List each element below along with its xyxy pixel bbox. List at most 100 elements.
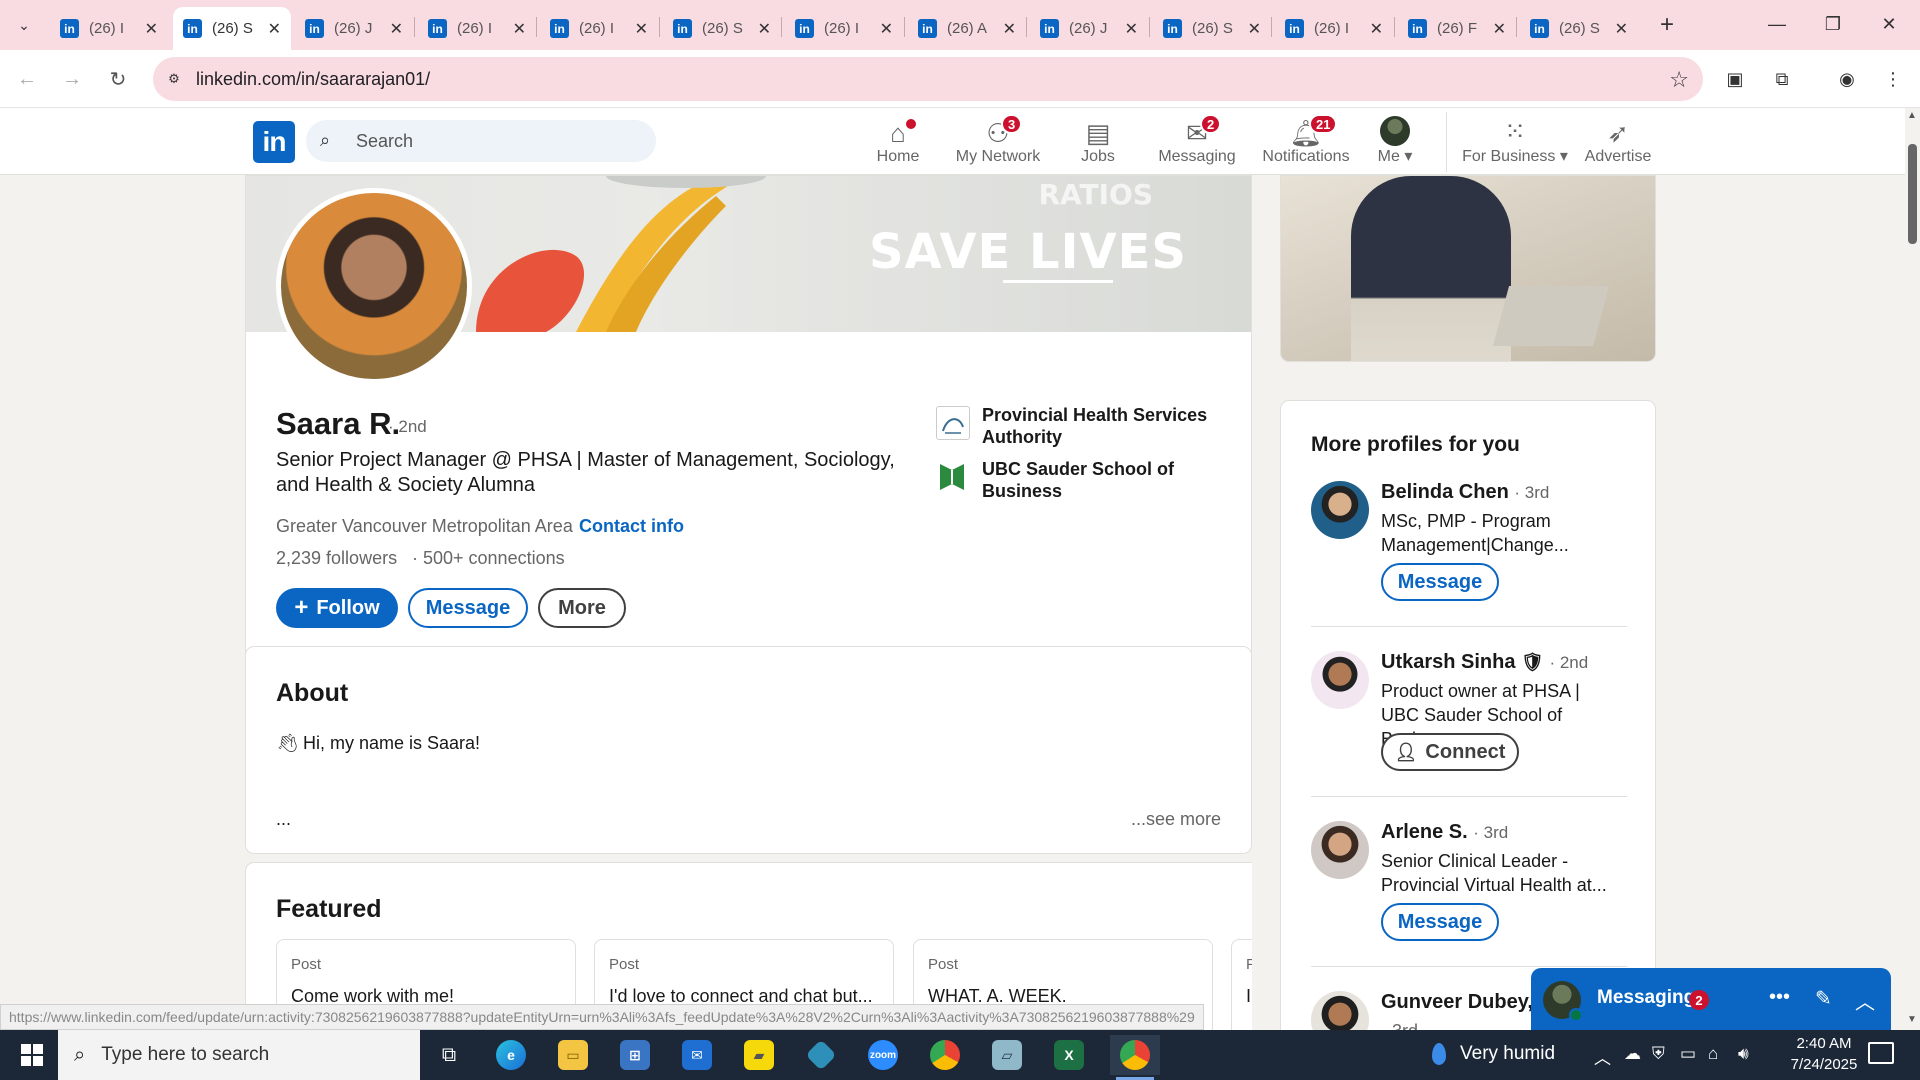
close-tab-icon[interactable]: ✕ bbox=[1493, 19, 1506, 39]
weather-widget[interactable]: Very humid bbox=[1432, 1043, 1555, 1065]
volume-icon[interactable]: 🔊︎ bbox=[1738, 1044, 1749, 1064]
browser-tab[interactable]: in (26) S ✕ bbox=[173, 7, 291, 50]
connections-count[interactable]: · 500+ connections bbox=[412, 548, 565, 569]
suggested-profile-name[interactable]: Gunveer Dubey, bbox=[1381, 991, 1533, 1014]
notification-center-icon[interactable] bbox=[1868, 1042, 1894, 1064]
file-explorer-icon[interactable]: ▭ bbox=[548, 1035, 598, 1075]
browser-menu-icon[interactable]: ⋮ bbox=[1878, 64, 1908, 94]
suggested-profile-name[interactable]: Belinda Chen · 3rd bbox=[1381, 481, 1549, 504]
address-bar[interactable]: ⚙ linkedin.com/in/saararajan01/ ☆ bbox=[153, 57, 1703, 101]
back-button[interactable]: ← bbox=[12, 64, 42, 94]
battery-icon[interactable]: ▭ bbox=[1680, 1044, 1696, 1064]
nav-notifications[interactable]: 🔔︎ 21 Notifications bbox=[1250, 112, 1362, 172]
nav-messaging[interactable]: ✉ 2 Messaging bbox=[1152, 112, 1242, 172]
avatar[interactable] bbox=[1311, 481, 1369, 539]
bookmark-star-icon[interactable]: ☆ bbox=[1669, 67, 1689, 93]
mail-icon[interactable]: ✉ bbox=[672, 1035, 722, 1075]
reload-button[interactable]: ↻ bbox=[103, 64, 133, 94]
browser-tab[interactable]: in (26) A ✕ bbox=[908, 7, 1026, 50]
close-tab-icon[interactable]: ✕ bbox=[635, 19, 648, 39]
minimize-button[interactable]: — bbox=[1754, 8, 1800, 40]
org-phsa[interactable]: Provincial Health Services Authority bbox=[936, 404, 1212, 448]
compose-icon[interactable]: ✎ bbox=[1815, 986, 1832, 1011]
browser-tab[interactable]: in (26) I ✕ bbox=[785, 7, 903, 50]
taskbar-search-box[interactable]: ⌕ Type here to search bbox=[58, 1030, 420, 1080]
search-input[interactable] bbox=[354, 128, 644, 154]
onedrive-cloud-icon[interactable]: ☁ bbox=[1624, 1044, 1641, 1064]
more-options-icon[interactable]: ••• bbox=[1769, 986, 1790, 1009]
more-button[interactable]: More bbox=[538, 588, 626, 628]
followers-count[interactable]: 2,239 followers bbox=[276, 548, 397, 569]
suggested-profile-name[interactable]: Arlene S. · 3rd bbox=[1381, 821, 1508, 844]
close-window-button[interactable]: ✕ bbox=[1866, 8, 1912, 40]
edge-browser-icon[interactable]: e bbox=[486, 1035, 536, 1075]
nav-home[interactable]: ⌂ Home bbox=[870, 112, 926, 172]
nav-jobs[interactable]: ▤ Jobs bbox=[1068, 112, 1128, 172]
browser-tab[interactable]: in (26) F ✕ bbox=[1398, 7, 1516, 50]
excel-icon[interactable]: X bbox=[1044, 1035, 1094, 1075]
browser-tab[interactable]: in (26) S ✕ bbox=[1520, 7, 1638, 50]
browser-tab[interactable]: in (26) J ✕ bbox=[1030, 7, 1148, 50]
forward-button[interactable]: → bbox=[57, 64, 87, 94]
profile-photo[interactable] bbox=[276, 188, 472, 384]
zoom-icon[interactable]: zoom bbox=[858, 1035, 908, 1075]
messaging-overlay-bar[interactable]: Messaging 2 ••• ✎ ︿ bbox=[1531, 968, 1891, 1030]
site-info-icon[interactable]: ⚙ bbox=[163, 69, 185, 89]
close-tab-icon[interactable]: ✕ bbox=[513, 19, 526, 39]
clock-date[interactable]: 7/24/2025 bbox=[1774, 1056, 1874, 1073]
close-tab-icon[interactable]: ✕ bbox=[1003, 19, 1016, 39]
microsoft-store-icon[interactable]: ⊞ bbox=[610, 1035, 660, 1075]
scroll-down-arrow-icon[interactable]: ▼ bbox=[1907, 1014, 1917, 1025]
profile-icon[interactable]: ◉ bbox=[1832, 64, 1862, 94]
browser-tab[interactable]: in (26) I ✕ bbox=[1275, 7, 1393, 50]
chrome-icon[interactable] bbox=[920, 1035, 970, 1075]
app-diamond-icon[interactable] bbox=[796, 1035, 846, 1075]
page-scrollbar[interactable]: ▲ ▼ bbox=[1905, 108, 1920, 1030]
browser-tab[interactable]: in (26) S ✕ bbox=[663, 7, 781, 50]
close-tab-icon[interactable]: ✕ bbox=[758, 19, 771, 39]
browser-tab[interactable]: in (26) J ✕ bbox=[295, 7, 413, 50]
close-tab-icon[interactable]: ✕ bbox=[268, 19, 281, 39]
suggested-profile-name[interactable]: Utkarsh Sinha 🛡︎ · 2nd bbox=[1381, 651, 1588, 674]
sticky-notes-icon[interactable]: ▰ bbox=[734, 1035, 784, 1075]
message-button[interactable]: Message bbox=[1381, 903, 1499, 941]
nav-for-business[interactable]: ⁙ For Business ▾ bbox=[1460, 112, 1570, 172]
org-ubc-sauder[interactable]: UBC Sauder School of Business bbox=[936, 458, 1212, 502]
close-tab-icon[interactable]: ✕ bbox=[880, 19, 893, 39]
ad-image[interactable] bbox=[1280, 175, 1656, 362]
start-button[interactable] bbox=[8, 1030, 56, 1080]
follow-button[interactable]: + Follow bbox=[276, 588, 398, 628]
security-icon[interactable]: ⛨ bbox=[1652, 1044, 1665, 1064]
new-tab-button[interactable]: + bbox=[1652, 10, 1682, 40]
close-tab-icon[interactable]: ✕ bbox=[145, 19, 158, 39]
nav-advertise[interactable]: ➶ Advertise bbox=[1578, 112, 1658, 172]
scroll-up-arrow-icon[interactable]: ▲ bbox=[1907, 110, 1917, 121]
chrome-profile-icon[interactable] bbox=[1110, 1035, 1160, 1080]
browser-tab[interactable]: in (26) I ✕ bbox=[50, 7, 168, 50]
featured-item[interactable]: P I bbox=[1231, 939, 1252, 1030]
close-tab-icon[interactable]: ✕ bbox=[390, 19, 403, 39]
message-button[interactable]: Message bbox=[1381, 563, 1499, 601]
linkedin-logo[interactable]: in bbox=[253, 121, 295, 163]
chevron-up-icon[interactable]: ︿ bbox=[1594, 1044, 1611, 1069]
see-more-link[interactable]: ...see more bbox=[1131, 809, 1221, 830]
message-button[interactable]: Message bbox=[408, 588, 528, 628]
avatar[interactable] bbox=[1311, 991, 1369, 1030]
close-tab-icon[interactable]: ✕ bbox=[1370, 19, 1383, 39]
task-view-icon[interactable]: ⧉ bbox=[424, 1035, 474, 1075]
extensions-puzzle-icon[interactable]: ⧉ bbox=[1767, 64, 1797, 94]
tab-search-chevron-icon[interactable]: ⌄ bbox=[8, 10, 40, 40]
app-document-icon[interactable]: ▱ bbox=[982, 1035, 1032, 1075]
avatar[interactable] bbox=[1311, 651, 1369, 709]
clock-time[interactable]: 2:40 AM bbox=[1784, 1035, 1864, 1052]
scrollbar-thumb[interactable] bbox=[1908, 144, 1917, 244]
browser-tab[interactable]: in (26) I ✕ bbox=[418, 7, 536, 50]
search-box[interactable]: ⌕ bbox=[306, 120, 656, 162]
restore-button[interactable]: ❐ bbox=[1810, 8, 1856, 40]
url-text[interactable]: linkedin.com/in/saararajan01/ bbox=[196, 69, 430, 90]
contact-info-link[interactable]: Contact info bbox=[579, 516, 684, 537]
network-icon[interactable]: ⌂ bbox=[1708, 1044, 1718, 1064]
chevron-up-icon[interactable]: ︿ bbox=[1855, 986, 1875, 1015]
close-tab-icon[interactable]: ✕ bbox=[1615, 19, 1628, 39]
close-tab-icon[interactable]: ✕ bbox=[1125, 19, 1138, 39]
